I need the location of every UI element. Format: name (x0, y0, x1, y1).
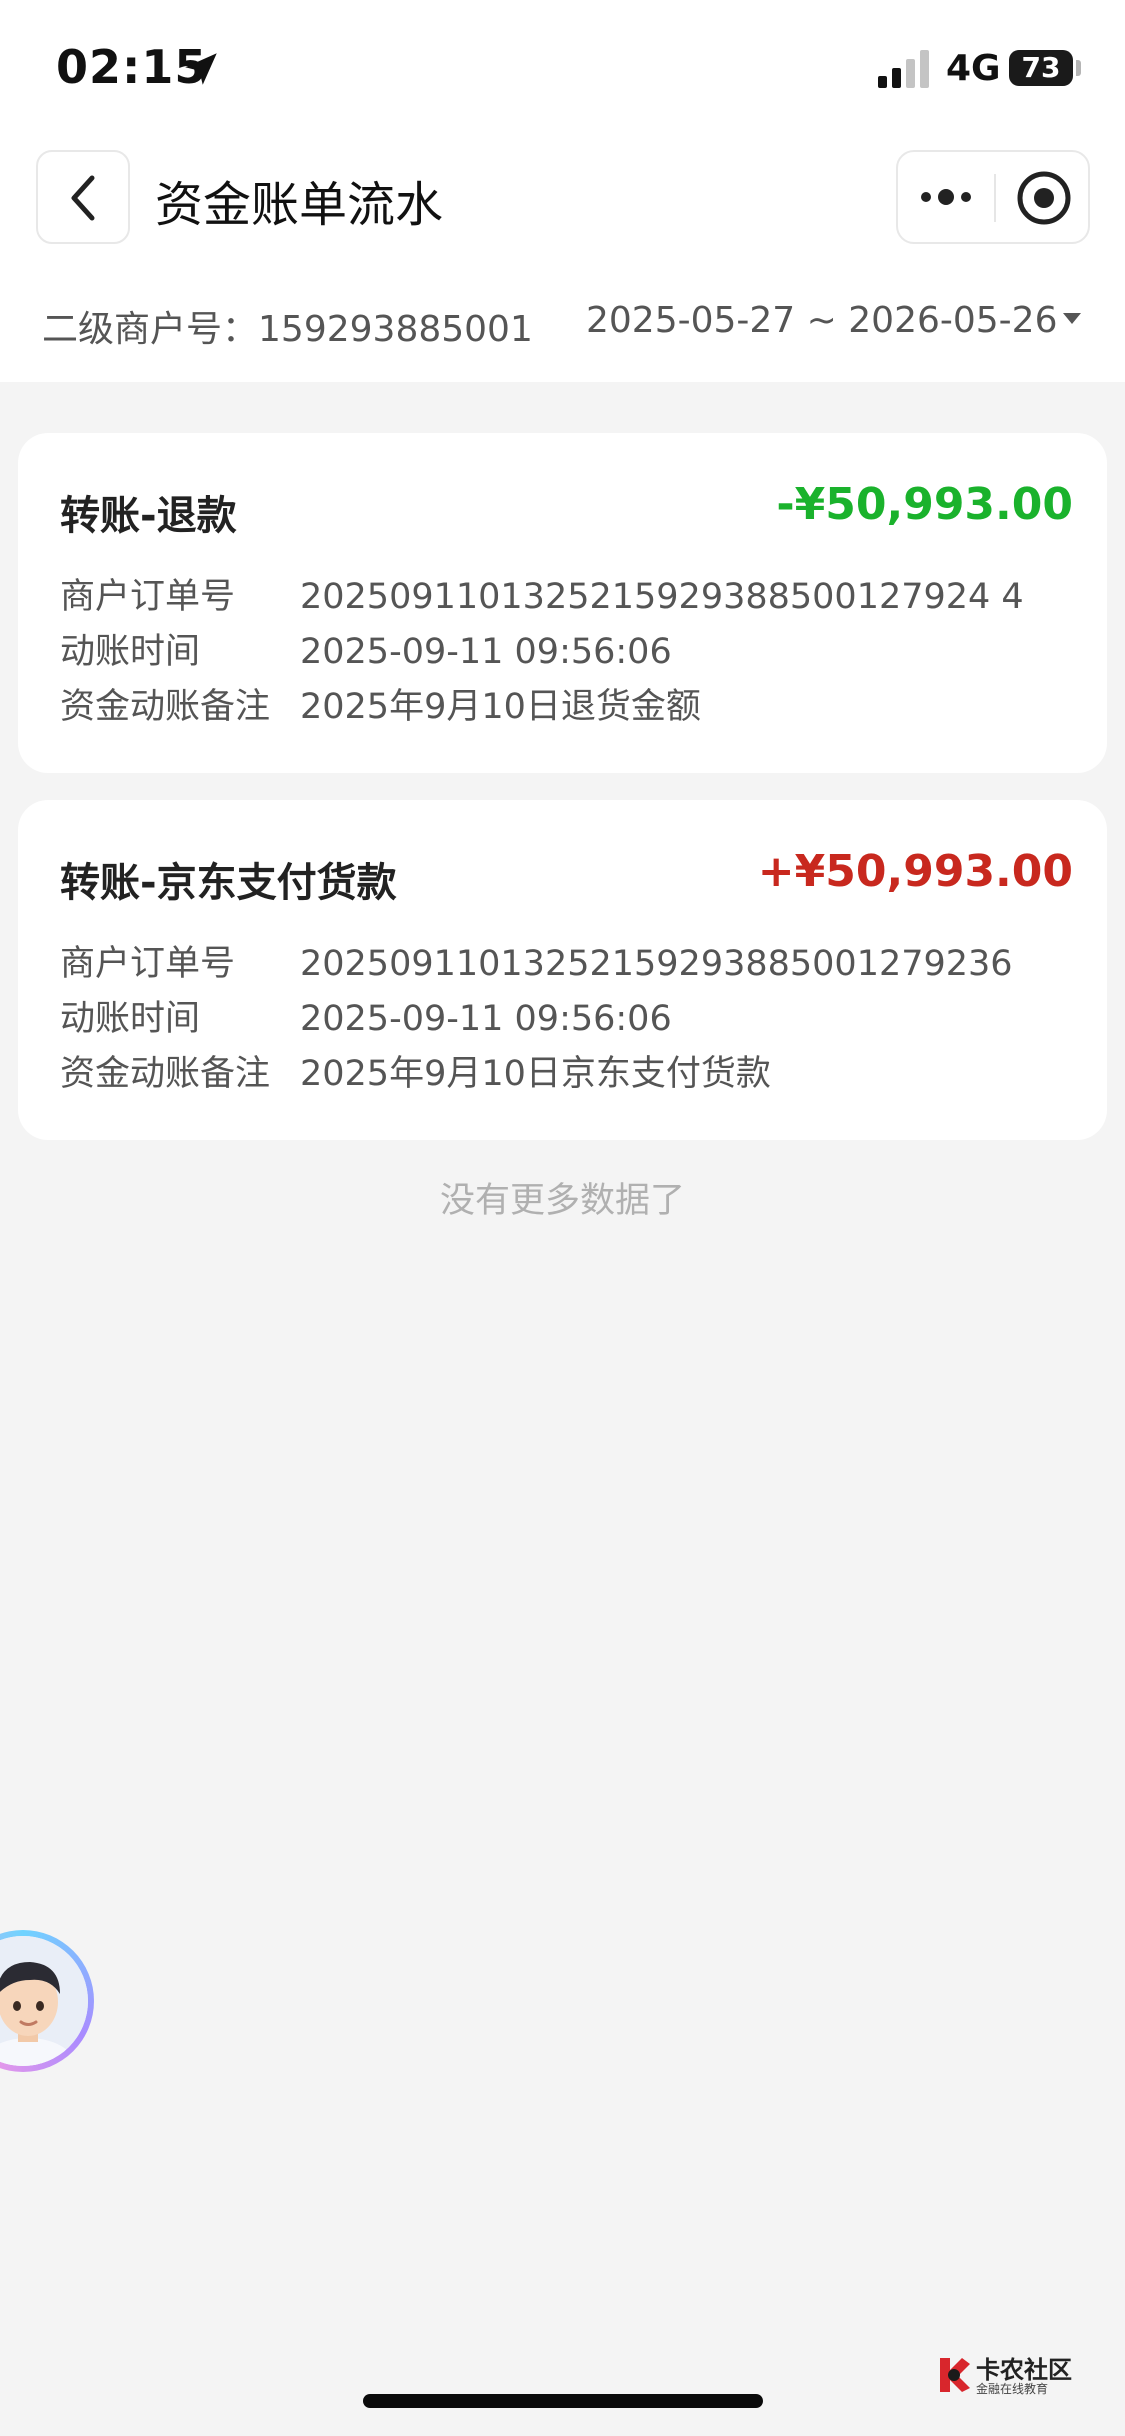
transaction-time-value: 2025-09-11 09:56:06 (300, 632, 672, 672)
remark-label: 资金动账备注 (60, 1054, 271, 1094)
assistant-avatar (0, 1936, 88, 2066)
assistant-avatar-button[interactable] (0, 1930, 94, 2072)
page-title: 资金账单流水 (155, 177, 444, 233)
remark-row: 资金动账备注 2025年9月10日京东支付货款 (60, 1045, 771, 1096)
caret-down-icon (1063, 312, 1082, 324)
remark-label: 资金动账备注 (60, 687, 271, 727)
transaction-amount: +¥50,993.00 (757, 846, 1073, 897)
merchant-info: 二级商户号：159293885001 (42, 300, 533, 352)
status-bar: 02:15 4G 73 (0, 0, 1125, 135)
location-arrow-icon (185, 53, 217, 85)
order-number-row: 商户订单号 2025091101325215929388500127924 4 (60, 568, 1024, 619)
order-number-label: 商户订单号 (60, 577, 236, 617)
remark-value: 2025年9月10日京东支付货款 (300, 1054, 771, 1094)
transaction-title: 转账-退款 (60, 493, 237, 539)
transaction-time-label: 动账时间 (60, 999, 201, 1039)
battery-icon: 73 (1009, 50, 1073, 86)
target-close-icon (1017, 171, 1071, 225)
merchant-label: 二级商户号： (42, 309, 259, 350)
cellular-signal-icon (878, 50, 929, 88)
transaction-time-row: 动账时间 2025-09-11 09:56:06 (60, 623, 672, 674)
watermark-subtitle: 金融在线教育 (976, 2382, 1049, 2396)
order-number-value: 20250911013252159293885001279236 (300, 944, 1013, 984)
date-range-picker[interactable]: 2025-05-27 ~ 2026-05-26 (586, 300, 1082, 341)
more-button[interactable] (898, 152, 994, 242)
remark-value: 2025年9月10日退货金额 (300, 687, 701, 727)
transaction-time-value: 2025-09-11 09:56:06 (300, 999, 672, 1039)
transaction-card[interactable]: 转账-京东支付货款 +¥50,993.00 商户订单号 2025091101325… (18, 800, 1107, 1140)
back-button[interactable] (36, 150, 130, 244)
remark-row: 资金动账备注 2025年9月10日退货金额 (60, 678, 701, 729)
transaction-time-row: 动账时间 2025-09-11 09:56:06 (60, 990, 672, 1041)
filter-row: 二级商户号：159293885001 2025-05-27 ~ 2026-05-… (0, 290, 1125, 382)
chevron-left-icon (71, 175, 95, 221)
nav-bar: 资金账单流水 (0, 135, 1125, 290)
order-number-value: 2025091101325215929388500127924 4 (300, 577, 1024, 617)
transaction-time-label: 动账时间 (60, 632, 201, 672)
transaction-title: 转账-京东支付货款 (60, 860, 397, 906)
close-miniprogram-button[interactable] (996, 152, 1090, 242)
miniprogram-capsule (896, 150, 1090, 244)
order-number-label: 商户订单号 (60, 944, 236, 984)
network-type: 4G (946, 48, 1001, 89)
date-range-text: 2025-05-27 ~ 2026-05-26 (586, 300, 1058, 341)
no-more-data-text: 没有更多数据了 (439, 1181, 685, 1221)
avatar-icon (0, 1936, 88, 2066)
transaction-card[interactable]: 转账-退款 -¥50,993.00 商户订单号 20250911013252159… (18, 433, 1107, 773)
more-dots-icon (921, 189, 971, 205)
battery-tip (1076, 60, 1081, 76)
home-indicator[interactable] (363, 2394, 763, 2408)
transaction-amount: -¥50,993.00 (776, 479, 1073, 530)
order-number-row: 商户订单号 20250911013252159293885001279236 (60, 935, 1013, 986)
merchant-number: 159293885001 (258, 309, 533, 350)
watermark-logo: 卡农社区 金融在线教育 (936, 2350, 1086, 2400)
kanong-logo-icon (940, 2358, 970, 2392)
